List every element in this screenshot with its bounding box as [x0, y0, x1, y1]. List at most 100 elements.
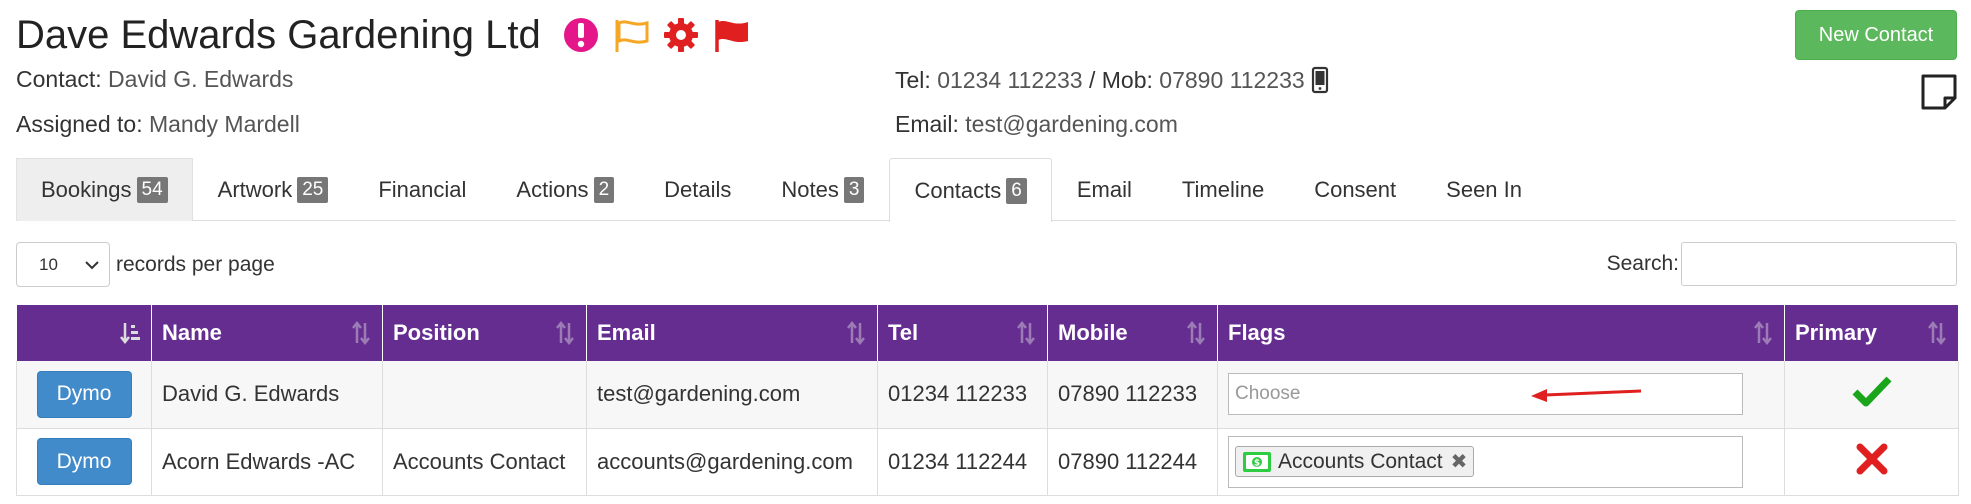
page-title: Dave Edwards Gardening Ltd [16, 13, 541, 57]
tab-badge: 2 [593, 177, 615, 203]
dymo-button[interactable]: Dymo [36, 370, 132, 418]
tab-artwork[interactable]: Artwork 25 [193, 158, 354, 221]
tab-bar: Bookings 54 Artwork 25 Financial Actions… [16, 158, 1956, 222]
column-header-label: Tel [888, 320, 919, 345]
cell-mobile: 07890 112244 [1047, 428, 1218, 496]
column-header-mobile[interactable]: Mobile [1047, 305, 1218, 361]
new-contact-button[interactable]: New Contact [1795, 10, 1957, 60]
column-header-label: Primary [1795, 320, 1877, 345]
records-per-page-label: records per page [116, 252, 275, 276]
tab-label: Contacts [914, 177, 1002, 203]
page-length-control: 10 records per page [16, 242, 275, 287]
tab-badge: 54 [136, 177, 168, 203]
red-flag-icon[interactable] [711, 15, 751, 55]
tab-label: Actions [516, 177, 589, 202]
outline-flag-icon[interactable] [611, 15, 651, 55]
tab-bookings[interactable]: Bookings 54 [16, 158, 193, 221]
cell-flags: Choose [1217, 361, 1785, 429]
phone-line: Tel: 01234 112233 / Mob: 07890 112233 [895, 66, 1329, 94]
tab-label: Financial [378, 177, 467, 202]
column-header-flags[interactable]: Flags [1217, 305, 1785, 361]
tab-timeline[interactable]: Timeline [1157, 158, 1289, 221]
cell-action: Dymo [16, 361, 152, 429]
flags-placeholder: Choose [1235, 383, 1301, 405]
check-icon[interactable] [1852, 375, 1892, 407]
cell-tel: 01234 112233 [877, 361, 1048, 429]
tab-badge: 25 [297, 177, 329, 203]
flags-select[interactable]: Choose [1228, 373, 1743, 416]
tab-contacts[interactable]: Contacts 6 [889, 158, 1052, 222]
mob-value[interactable]: 07890 112233 [1159, 67, 1304, 94]
tab-label: Bookings [41, 177, 132, 202]
cell-position [382, 361, 587, 429]
tel-value[interactable]: 01234 112233 [937, 67, 1082, 94]
sort-icon [1754, 321, 1772, 345]
column-header-primary[interactable]: Primary [1784, 305, 1959, 361]
tab-label: Notes [781, 177, 839, 202]
tab-financial[interactable]: Financial [353, 158, 491, 221]
assigned-value: Mandy Mardell [148, 111, 300, 137]
tab-details[interactable]: Details [639, 158, 756, 221]
cell-email: test@gardening.com [586, 361, 878, 429]
email-line: Email: test@gardening.com [895, 111, 1178, 138]
column-header-label: Name [162, 320, 222, 345]
sort-icon [352, 321, 370, 345]
money-icon: $ [1243, 451, 1271, 472]
mobile-phone-icon [1311, 66, 1328, 94]
contact-label: Contact: [16, 66, 102, 92]
tab-badge: 6 [1006, 177, 1027, 204]
gear-icon[interactable] [661, 15, 701, 55]
dymo-button[interactable]: Dymo [36, 438, 132, 485]
search-label: Search: [1606, 252, 1679, 275]
sticky-note-icon[interactable] [1919, 72, 1959, 112]
tab-label: Email [1076, 177, 1132, 202]
tab-label: Artwork [217, 177, 293, 202]
search-input[interactable] [1681, 242, 1957, 286]
column-header-email[interactable]: Email [586, 305, 878, 361]
column-header-name[interactable]: Name [151, 305, 383, 361]
search-control: Search: [1607, 242, 1957, 286]
page-length-select[interactable]: 10 [16, 242, 110, 287]
column-header-actions[interactable] [16, 305, 152, 361]
flag-chip-label: Accounts Contact [1278, 449, 1443, 473]
flags-select[interactable]: $ Accounts Contact ✖ [1228, 435, 1743, 488]
remove-flag-icon[interactable]: ✖ [1451, 449, 1468, 474]
column-header-label: Flags [1228, 320, 1286, 345]
sort-icon [847, 321, 865, 345]
tab-email[interactable]: Email [1052, 158, 1157, 221]
cell-primary [1784, 361, 1959, 429]
contact-page: Dave Edwards Gardening Ltd New Contact C… [0, 0, 1971, 504]
cell-name: David G. Edwards [151, 361, 383, 429]
alert-icon[interactable] [561, 15, 601, 55]
cell-position: Accounts Contact [382, 428, 587, 496]
table-row: Dymo David G. Edwards test@gardening.com… [16, 361, 1959, 429]
tab-consent[interactable]: Consent [1289, 158, 1421, 221]
tab-notes[interactable]: Notes 3 [756, 158, 889, 221]
tel-label: Tel: [895, 66, 931, 93]
svg-text:$: $ [1254, 458, 1260, 468]
column-header-label: Position [393, 320, 480, 345]
annotation-arrow-icon [1531, 389, 1642, 403]
tab-label: Consent [1314, 177, 1397, 202]
column-header-label: Mobile [1058, 320, 1128, 345]
column-header-position[interactable]: Position [382, 305, 587, 361]
tab-actions[interactable]: Actions 2 [491, 158, 639, 221]
sort-icon [1187, 321, 1205, 345]
title-row: Dave Edwards Gardening Ltd [16, 8, 751, 62]
cell-email: accounts@gardening.com [586, 428, 878, 496]
cell-tel: 01234 112244 [877, 428, 1048, 496]
table-row: Dymo Acorn Edwards -AC Accounts Contact … [16, 428, 1959, 496]
column-header-tel[interactable]: Tel [877, 305, 1048, 361]
column-header-label: Email [597, 320, 656, 345]
mob-label: Mob: [1101, 66, 1153, 93]
email-label: Email: [895, 111, 959, 137]
tab-seen-in[interactable]: Seen In [1421, 158, 1547, 221]
page-length-value: 10 [39, 254, 58, 274]
assigned-label: Assigned to: [16, 111, 143, 137]
email-value[interactable]: test@gardening.com [965, 111, 1178, 137]
cell-flags: $ Accounts Contact ✖ [1217, 428, 1785, 496]
tab-label: Timeline [1181, 177, 1265, 202]
flag-chip: $ Accounts Contact ✖ [1235, 446, 1475, 477]
tab-badge: 3 [843, 177, 865, 203]
cross-icon[interactable] [1855, 442, 1889, 476]
